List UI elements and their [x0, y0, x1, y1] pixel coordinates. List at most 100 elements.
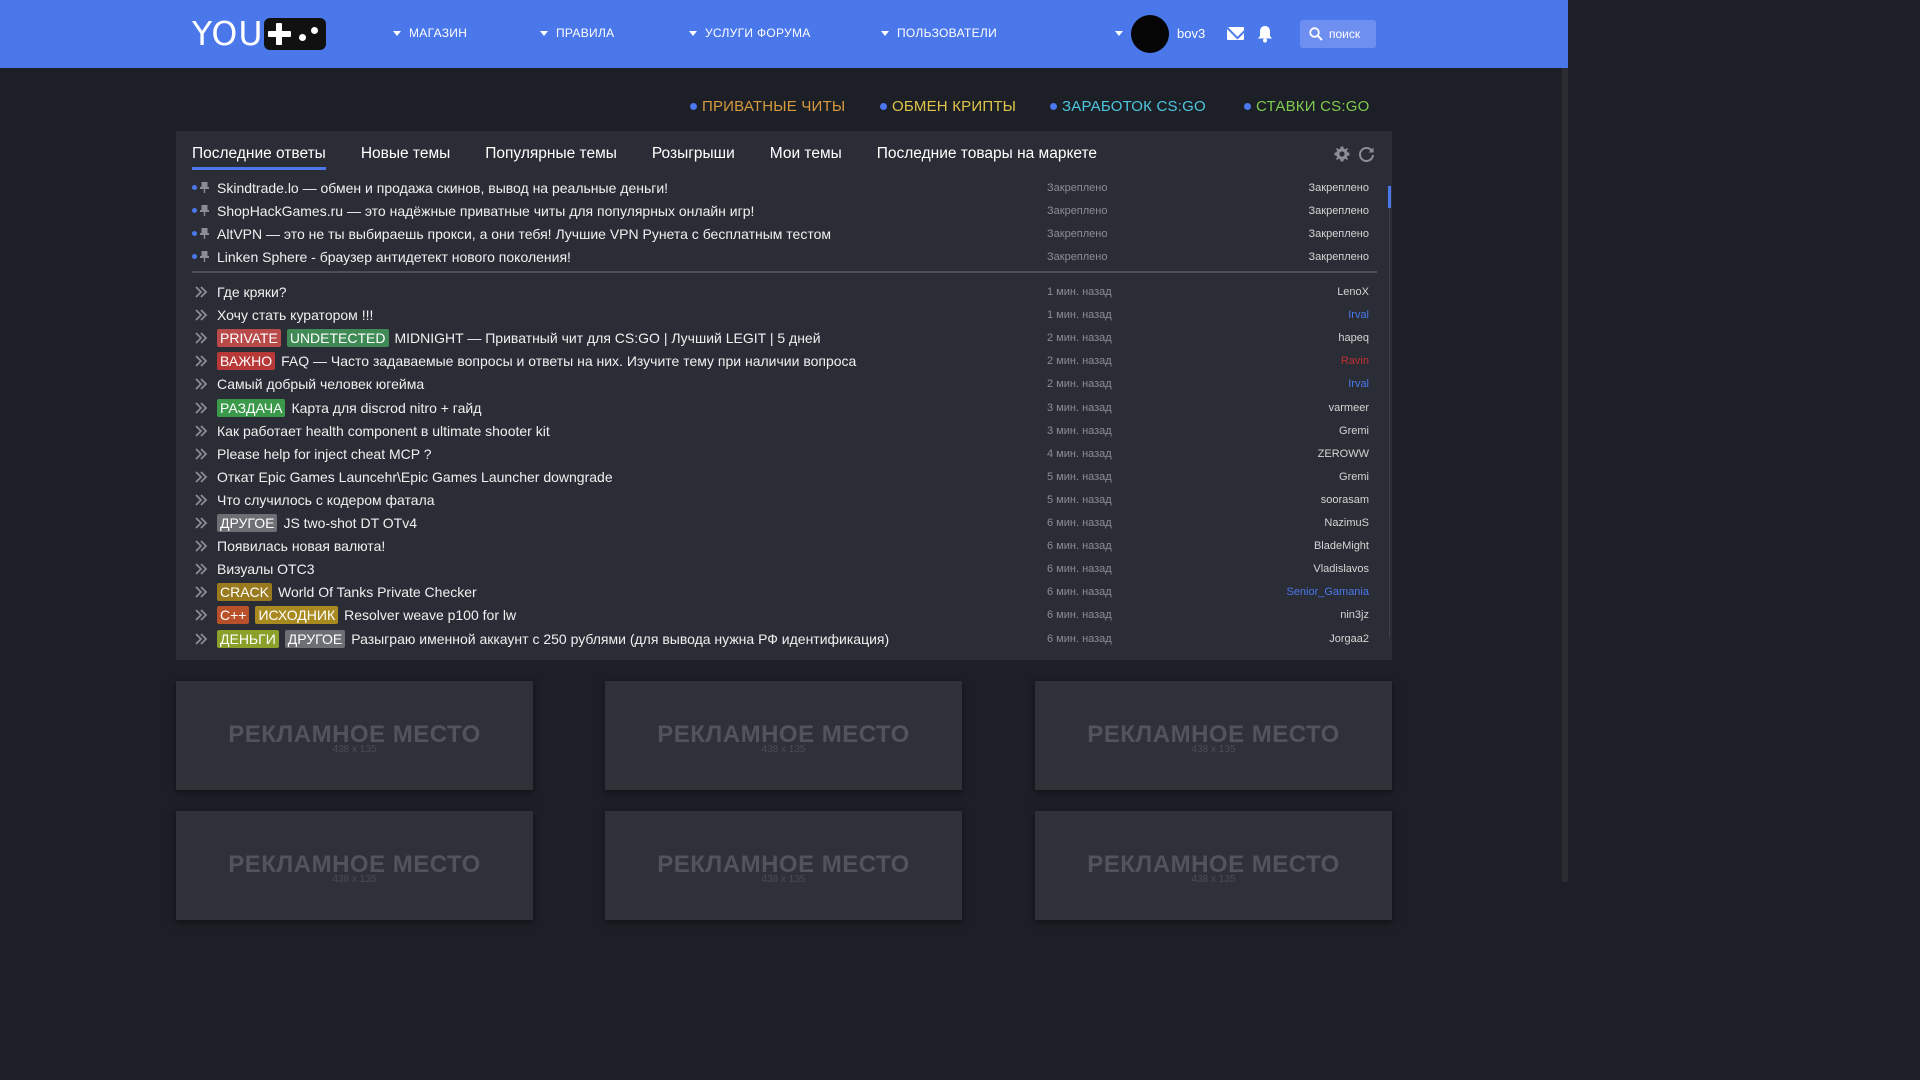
username[interactable]: bov3 — [1177, 26, 1205, 41]
thread-author[interactable]: Gremi — [1339, 471, 1369, 483]
thread-title[interactable]: CRACK World Of Tanks Private Checker — [217, 581, 477, 603]
thread-title[interactable]: Please help for inject cheat MCP ? — [217, 443, 432, 465]
double-chevron-icon — [195, 471, 208, 483]
ad-slot[interactable]: РЕКЛАМНОЕ МЕСТО 438 x 135 — [176, 681, 533, 790]
thread-title[interactable]: Что случилось с кодером фатала — [217, 489, 435, 511]
thread-row[interactable]: Где кряки? 1 мин. назад LenoX — [192, 281, 1369, 303]
refresh-icon[interactable] — [1358, 146, 1375, 163]
thread-author[interactable]: soorasam — [1321, 494, 1369, 506]
user-avatar[interactable] — [1131, 15, 1169, 53]
pinned-thread-row[interactable]: Linken Sphere - браузер антидетект новог… — [192, 246, 1369, 268]
search-icon — [1309, 27, 1323, 41]
page-scrollbar[interactable] — [1562, 68, 1568, 882]
bell-icon[interactable] — [1257, 25, 1273, 43]
thread-tabs: Последние ответы Новые темы Популярные т… — [192, 145, 1132, 170]
ad-slot[interactable]: РЕКЛАМНОЕ МЕСТО 438 x 135 — [605, 681, 962, 790]
ad-slot[interactable]: РЕКЛАМНОЕ МЕСТО 438 x 135 — [1035, 811, 1392, 920]
thread-author[interactable]: LenoX — [1337, 286, 1369, 298]
thread-title[interactable]: ВАЖНО FAQ — Часто задаваемые вопросы и от… — [217, 350, 856, 372]
thread-title-text: MIDNIGHT — Приватный чит для CS:GO | Луч… — [394, 330, 821, 346]
thread-title[interactable]: Самый добрый человек югейма — [217, 373, 424, 395]
gear-icon[interactable] — [1334, 146, 1350, 162]
tab-giveaways[interactable]: Розыгрыши — [652, 145, 735, 170]
thread-row[interactable]: Хочу стать куратором !!! 1 мин. назад Irva… — [192, 304, 1369, 326]
thread-row[interactable]: Самый добрый человек югейма 2 мин. назад I… — [192, 373, 1369, 395]
promo-private-cheats[interactable]: ПРИВАТНЫЕ ЧИТЫ — [690, 98, 845, 115]
thread-title[interactable]: ShopHackGames.ru — это надёжные приватны… — [217, 200, 754, 222]
nav-users[interactable]: ПОЛЬЗОВАТЕЛИ — [881, 26, 997, 40]
thread-time: 2 мин. назад — [1047, 332, 1112, 344]
nav-rules[interactable]: ПРАВИЛА — [540, 26, 614, 40]
thread-author[interactable]: Ravin — [1341, 355, 1369, 367]
thread-title[interactable]: C++ ИСХОДНИК Resolver weave p100 for lw — [217, 604, 516, 626]
pinned-thread-row[interactable]: Skindtrade.lo — обмен и продажа скинов, … — [192, 177, 1369, 199]
thread-title[interactable]: PRIVATE UNDETECTED MIDNIGHT — Приватный чи… — [217, 327, 821, 349]
thread-title[interactable]: Хочу стать куратором !!! — [217, 304, 373, 326]
thread-author[interactable]: hapeq — [1338, 332, 1369, 344]
thread-title[interactable]: Визуалы OTC3 — [217, 558, 315, 580]
ad-slot[interactable]: РЕКЛАМНОЕ МЕСТО 438 x 135 — [176, 811, 533, 920]
thread-prefix-badge: PRIVATE — [217, 329, 281, 347]
thread-row[interactable]: Please help for inject cheat MCP ? 4 мин.… — [192, 443, 1369, 465]
thread-time: Закреплено — [1047, 228, 1108, 240]
promo-crypto-exchange[interactable]: ОБМЕН КРИПТЫ — [880, 98, 1016, 115]
thread-author[interactable]: Irval — [1348, 309, 1369, 321]
search-button[interactable]: поиск — [1300, 20, 1376, 48]
pinned-thread-row[interactable]: ShopHackGames.ru — это надёжные приватны… — [192, 200, 1369, 222]
tab-popular-threads[interactable]: Популярные темы — [485, 145, 617, 170]
thread-title[interactable]: Появилась новая валюта! — [217, 535, 385, 557]
thread-author[interactable]: varmeer — [1329, 402, 1369, 414]
user-menu-caret-icon[interactable] — [1115, 31, 1123, 36]
thread-row[interactable]: ВАЖНО FAQ — Часто задаваемые вопросы и от… — [192, 350, 1369, 372]
thread-author: Закреплено — [1308, 205, 1370, 217]
thread-title[interactable]: Где кряки? — [217, 281, 287, 303]
thread-author[interactable]: Jorgaa2 — [1329, 633, 1369, 645]
site-logo[interactable]: YOU — [192, 17, 327, 51]
thread-row[interactable]: Появилась новая валюта! 6 мин. назад Blade… — [192, 535, 1369, 557]
ad-slot[interactable]: РЕКЛАМНОЕ МЕСТО 438 x 135 — [605, 811, 962, 920]
double-chevron-icon — [195, 517, 208, 529]
promo-csgo-bets[interactable]: СТАВКИ CS:GO — [1244, 98, 1369, 115]
thread-row[interactable]: CRACK World Of Tanks Private Checker 6 мин… — [192, 581, 1369, 603]
tab-latest-replies[interactable]: Последние ответы — [192, 145, 326, 170]
tab-my-threads[interactable]: Мои темы — [770, 145, 842, 170]
tab-new-threads[interactable]: Новые темы — [361, 145, 450, 170]
thread-row[interactable]: РАЗДАЧА Карта для discrod nitro + гайд 3 м… — [192, 397, 1369, 419]
promo-csgo-earnings[interactable]: ЗАРАБОТОК CS:GO — [1050, 98, 1206, 115]
bullet-dot-icon — [1050, 103, 1057, 110]
thread-row[interactable]: ДЕНЬГИ ДРУГОЕ Разыграю именной аккаунт с 2… — [192, 628, 1369, 650]
thread-author[interactable]: Gremi — [1339, 425, 1369, 437]
thread-title[interactable]: AltVPN — это не ты выбираешь прокси, а о… — [217, 223, 831, 245]
thread-title[interactable]: Откат Epic Games Launcehr\Epic Games Lau… — [217, 466, 613, 488]
thread-author[interactable]: NazimuS — [1324, 517, 1369, 529]
thread-author[interactable]: ZEROWW — [1318, 448, 1369, 460]
thread-author[interactable]: BladeMight — [1314, 540, 1369, 552]
thread-title[interactable]: ДРУГОЕ JS two-shot DT OTv4 — [217, 512, 417, 534]
thread-title[interactable]: Skindtrade.lo — обмен и продажа скинов, … — [217, 177, 668, 199]
thread-title[interactable]: ДЕНЬГИ ДРУГОЕ Разыграю именной аккаунт с 2… — [217, 628, 889, 650]
thread-title[interactable]: Linken Sphere - браузер антидетект новог… — [217, 246, 571, 268]
nav-shop[interactable]: МАГАЗИН — [393, 26, 467, 40]
thread-row[interactable]: C++ ИСХОДНИК Resolver weave p100 for lw 6 м… — [192, 604, 1369, 626]
thread-row[interactable]: Откат Epic Games Launcehr\Epic Games Lau… — [192, 466, 1369, 488]
thread-row[interactable]: ДРУГОЕ JS two-shot DT OTv4 6 мин. назад Naz… — [192, 512, 1369, 534]
thread-title[interactable]: Как работает health component в ultimate… — [217, 420, 550, 442]
thread-title-text: Please help for inject cheat MCP ? — [217, 446, 432, 462]
thread-title-text: Самый добрый человек югейма — [217, 376, 425, 392]
pinned-thread-row[interactable]: AltVPN — это не ты выбираешь прокси, а о… — [192, 223, 1369, 245]
thread-row[interactable]: Как работает health component в ultimate… — [192, 420, 1369, 442]
mail-icon[interactable] — [1227, 27, 1244, 40]
tab-market-items[interactable]: Последние товары на маркете — [877, 145, 1097, 170]
nav-forum-services[interactable]: УСЛУГИ ФОРУМА — [689, 26, 811, 40]
thread-row[interactable]: PRIVATE UNDETECTED MIDNIGHT — Приватный чи… — [192, 327, 1369, 349]
thread-author[interactable]: Irval — [1348, 378, 1369, 390]
ad-slot[interactable]: РЕКЛАМНОЕ МЕСТО 438 x 135 — [1035, 681, 1392, 790]
thread-author[interactable]: Senior_Gamania — [1286, 586, 1369, 598]
thread-title[interactable]: РАЗДАЧА Карта для discrod nitro + гайд — [217, 397, 481, 419]
thread-author[interactable]: Vladislavos — [1313, 563, 1369, 575]
thread-row[interactable]: Визуалы OTC3 6 мин. назад Vladislavos — [192, 558, 1369, 580]
pin-icon — [200, 228, 209, 239]
list-scrollbar-thumb[interactable] — [1388, 186, 1391, 208]
thread-row[interactable]: Что случилось с кодером фатала 5 мин. наз… — [192, 489, 1369, 511]
thread-author[interactable]: nin3jz — [1340, 609, 1369, 621]
